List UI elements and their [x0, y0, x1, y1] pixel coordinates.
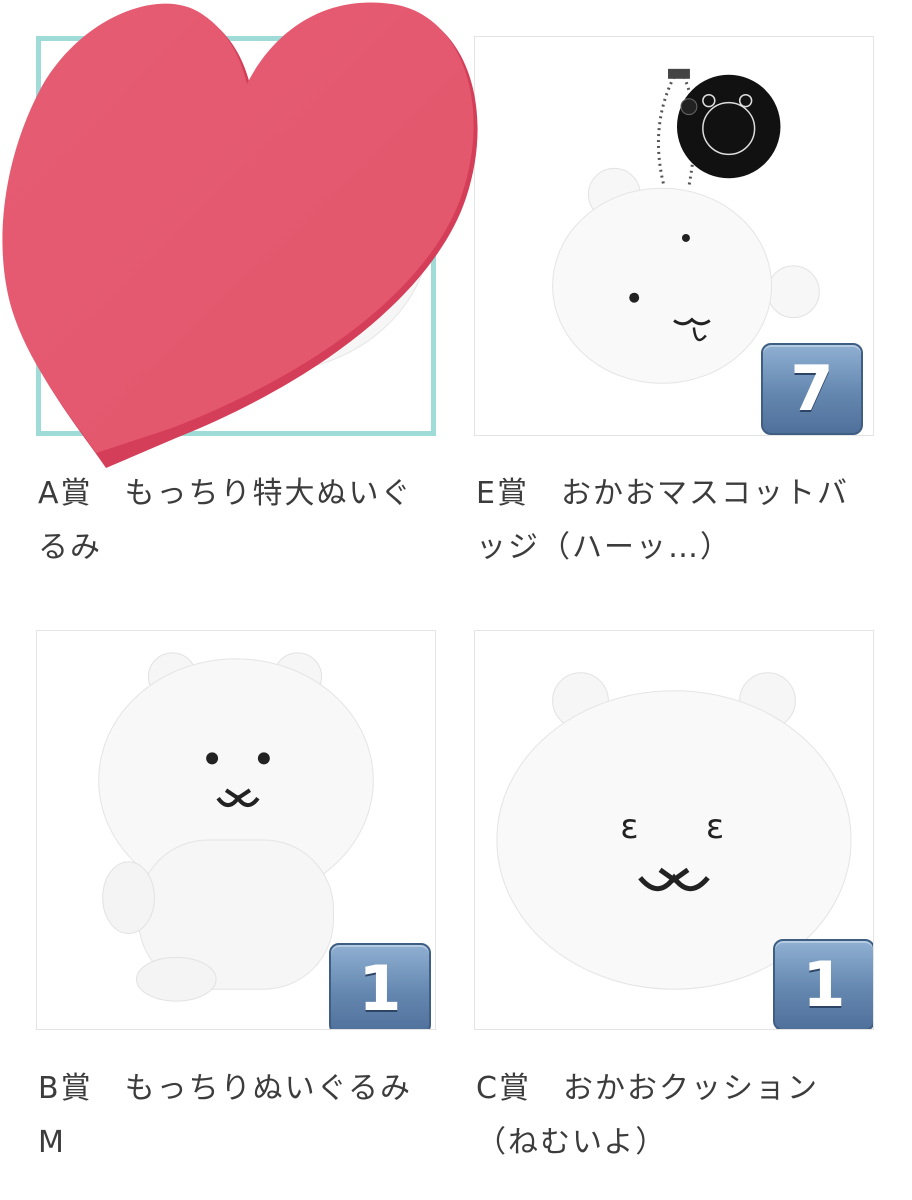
svg-text:ε: ε	[620, 807, 638, 846]
prize-title-e[interactable]: E賞 おかおマスコットバッジ（ハーッ…）	[476, 467, 876, 575]
count-badge-e: 7	[761, 343, 863, 435]
svg-text:ε: ε	[706, 807, 724, 846]
count-badge-c: 1	[773, 939, 873, 1029]
prize-card-e[interactable]: 7	[474, 36, 874, 436]
prize-card-c[interactable]: ε ε 1	[474, 630, 874, 1030]
count-badge-b: 1	[329, 943, 431, 1029]
prize-title-a[interactable]: A賞 もっちり特大ぬいぐるみ	[38, 467, 438, 575]
prize-card-b[interactable]: 1	[36, 630, 436, 1030]
prize-title-b[interactable]: B賞 もっちりぬいぐるみM	[38, 1062, 438, 1170]
prize-card-a[interactable]	[36, 36, 436, 436]
prize-title-c[interactable]: C賞 おかおクッション（ねむいよ）	[476, 1062, 876, 1170]
plush-image-a	[99, 63, 431, 373]
